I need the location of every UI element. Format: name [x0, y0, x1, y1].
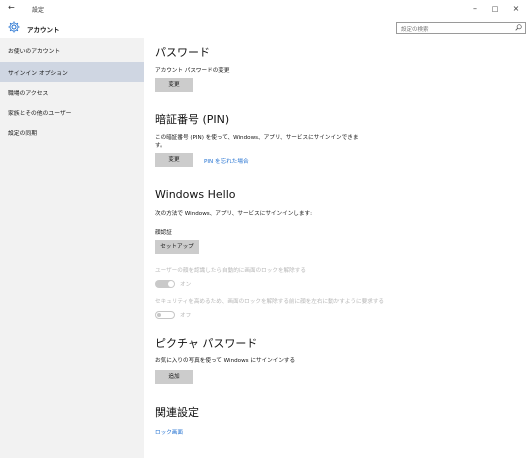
forgot-pin-link[interactable]: PIN を忘れた場合 — [204, 157, 249, 165]
sidebar-item-label: 家族とその他のユーザー — [8, 111, 72, 117]
related-settings-heading: 関連設定 — [155, 406, 199, 419]
gear-icon — [8, 21, 20, 33]
head-turn-state: オフ — [180, 313, 192, 319]
minimize-button[interactable]: – — [466, 2, 484, 16]
sidebar-item-sync-settings[interactable]: 設定の同期 — [0, 122, 144, 142]
change-password-button[interactable]: 変更 — [155, 78, 193, 92]
search-icon[interactable] — [515, 24, 522, 33]
head-turn-toggle[interactable] — [155, 311, 175, 319]
sidebar-item-your-account[interactable]: お使いのアカウント — [0, 40, 144, 60]
head-turn-label: セキュリティを高めるため、画面のロックを解除する前に顔を左右に動かすように要求す… — [155, 299, 385, 305]
pin-description-line1: この暗証番号 (PIN) を使って、Windows、アプリ、サービスにサインイン… — [155, 135, 359, 141]
search-placeholder: 設定の検索 — [401, 27, 429, 33]
back-arrow-icon[interactable]: ← — [8, 3, 15, 12]
settings-window: ← 設定 – □ × アカウント 設定の検索 お使いのアカウント サインイン オ… — [0, 0, 528, 458]
sidebar-item-label: お使いのアカウント — [8, 49, 61, 55]
sidebar: お使いのアカウント サインイン オプション 職場のアクセス 家族とその他のユーザ… — [0, 38, 144, 458]
window-title: 設定 — [32, 7, 45, 14]
password-description: アカウント パスワードの変更 — [155, 68, 230, 74]
pin-description: この暗証番号 (PIN) を使って、Windows、アプリ、サービスにサインイン… — [155, 134, 358, 150]
picture-password-description: お気に入りの写真を使って Windows にサインインする — [155, 358, 296, 364]
search-input[interactable]: 設定の検索 — [396, 22, 526, 34]
close-button[interactable]: × — [507, 2, 525, 16]
main-content: パスワード アカウント パスワードの変更 変更 暗証番号 (PIN) この暗証番… — [144, 38, 528, 458]
page-title: アカウント — [27, 26, 60, 34]
sidebar-item-label: 設定の同期 — [8, 131, 37, 137]
change-pin-button[interactable]: 変更 — [155, 153, 193, 167]
face-recognition-label: 顔認証 — [155, 230, 172, 236]
lock-screen-link[interactable]: ロック画面 — [155, 428, 183, 436]
password-heading: パスワード — [155, 46, 210, 59]
auto-unlock-label: ユーザーの顔を認識したら自動的に画面のロックを解除する — [155, 268, 306, 274]
auto-unlock-state: オン — [180, 282, 192, 288]
windows-hello-description: 次の方法で Windows、アプリ、サービスにサインインします: — [155, 211, 312, 217]
toggle-knob — [157, 313, 161, 317]
pin-heading: 暗証番号 (PIN) — [155, 113, 230, 126]
sidebar-item-label: 職場のアクセス — [8, 91, 49, 97]
sidebar-item-family-other-users[interactable]: 家族とその他のユーザー — [0, 102, 144, 122]
sidebar-item-work-access[interactable]: 職場のアクセス — [0, 82, 144, 102]
setup-button[interactable]: セットアップ — [155, 240, 199, 254]
title-bar: ← 設定 – □ × — [0, 0, 528, 18]
auto-unlock-toggle[interactable] — [155, 280, 175, 288]
picture-password-heading: ピクチャ パスワード — [155, 337, 258, 350]
sidebar-item-sign-in-options[interactable]: サインイン オプション — [0, 62, 144, 82]
add-picture-password-button[interactable]: 追加 — [155, 370, 193, 384]
sidebar-item-label: サインイン オプション — [8, 71, 68, 77]
toggle-knob — [168, 281, 174, 287]
maximize-button[interactable]: □ — [486, 2, 504, 16]
windows-hello-heading: Windows Hello — [155, 188, 236, 201]
pin-description-line2: す。 — [155, 143, 166, 149]
